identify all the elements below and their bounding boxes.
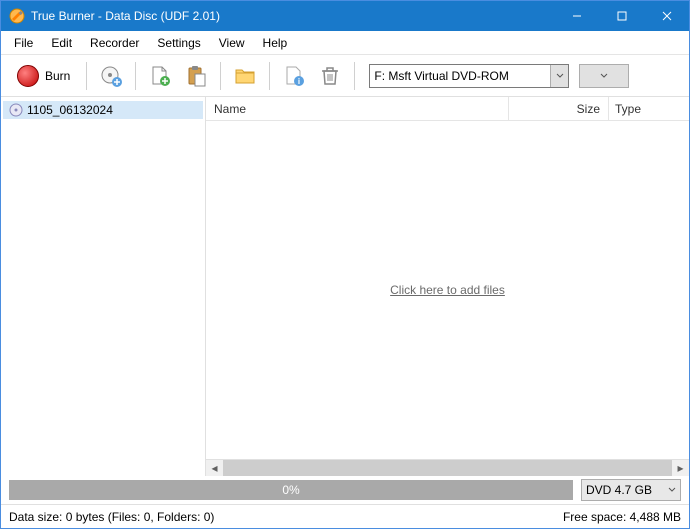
- column-headers: Name Size Type: [206, 97, 689, 121]
- column-name[interactable]: Name: [206, 97, 509, 120]
- status-free-space: Free space: 4,488 MB: [563, 510, 681, 524]
- disc-type-selector[interactable]: DVD 4.7 GB: [581, 479, 681, 501]
- menu-view[interactable]: View: [210, 33, 254, 53]
- scroll-thumb[interactable]: [223, 460, 672, 477]
- files-panel: Name Size Type Click here to add files ◂…: [206, 97, 689, 476]
- progress-bar: 0%: [9, 480, 573, 500]
- drive-label: F: Msft Virtual DVD-ROM: [374, 69, 508, 83]
- add-folder-button[interactable]: [229, 60, 261, 92]
- scroll-right-arrow[interactable]: ▸: [672, 460, 689, 477]
- speed-selector[interactable]: [579, 64, 629, 88]
- progress-label: 0%: [282, 483, 299, 497]
- status-data-size: Data size: 0 bytes (Files: 0, Folders: 0…: [9, 510, 214, 524]
- titlebar: True Burner - Data Disc (UDF 2.01): [1, 1, 689, 31]
- separator: [135, 62, 136, 90]
- toolbar: Burn i F: Msft Virtual DVD-ROM: [1, 55, 689, 97]
- statusbar: Data size: 0 bytes (Files: 0, Folders: 0…: [1, 504, 689, 528]
- tree-root-item[interactable]: 1105_06132024: [3, 101, 203, 119]
- tree-panel: 1105_06132024: [1, 97, 206, 476]
- burn-label: Burn: [45, 69, 70, 83]
- new-disc-button[interactable]: [95, 60, 127, 92]
- window-title: True Burner - Data Disc (UDF 2.01): [31, 9, 554, 23]
- main-area: 1105_06132024 Name Size Type Click here …: [1, 97, 689, 476]
- menu-settings[interactable]: Settings: [148, 33, 209, 53]
- column-size[interactable]: Size: [509, 97, 609, 120]
- delete-button[interactable]: [314, 60, 346, 92]
- svg-text:i: i: [298, 77, 300, 86]
- menu-file[interactable]: File: [5, 33, 42, 53]
- burn-button[interactable]: Burn: [9, 61, 78, 91]
- horizontal-scrollbar[interactable]: ◂ ▸: [206, 459, 689, 476]
- app-icon: [9, 8, 25, 24]
- add-files-link[interactable]: Click here to add files: [390, 283, 505, 297]
- chevron-down-icon: [550, 65, 568, 87]
- column-type[interactable]: Type: [609, 97, 689, 120]
- minimize-button[interactable]: [554, 1, 599, 31]
- menu-help[interactable]: Help: [254, 33, 297, 53]
- scroll-left-arrow[interactable]: ◂: [206, 460, 223, 477]
- paste-button[interactable]: [180, 60, 212, 92]
- chevron-down-icon: [668, 486, 676, 494]
- scroll-track[interactable]: [223, 460, 672, 477]
- menubar: File Edit Recorder Settings View Help: [1, 31, 689, 55]
- file-info-button[interactable]: i: [278, 60, 310, 92]
- add-file-button[interactable]: [144, 60, 176, 92]
- separator: [220, 62, 221, 90]
- files-body[interactable]: Click here to add files: [206, 121, 689, 459]
- separator: [86, 62, 87, 90]
- drive-selector[interactable]: F: Msft Virtual DVD-ROM: [369, 64, 569, 88]
- tree-root-label: 1105_06132024: [27, 103, 113, 117]
- close-button[interactable]: [644, 1, 689, 31]
- maximize-button[interactable]: [599, 1, 644, 31]
- menu-edit[interactable]: Edit: [42, 33, 81, 53]
- disc-type-label: DVD 4.7 GB: [586, 483, 652, 497]
- separator: [354, 62, 355, 90]
- separator: [269, 62, 270, 90]
- burn-icon: [17, 65, 39, 87]
- menu-recorder[interactable]: Recorder: [81, 33, 148, 53]
- disc-icon: [9, 103, 23, 117]
- progress-row: 0% DVD 4.7 GB: [1, 476, 689, 504]
